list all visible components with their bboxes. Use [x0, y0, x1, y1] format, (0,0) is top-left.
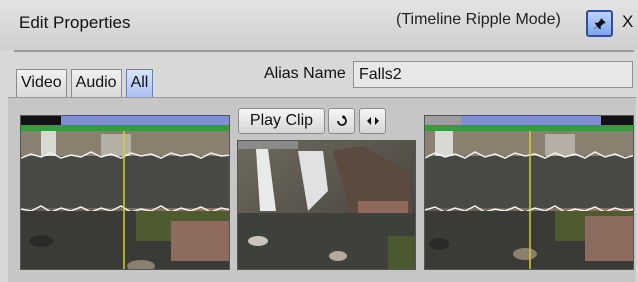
title-divider: [14, 50, 634, 52]
alias-name-input[interactable]: [353, 61, 633, 88]
in-point-frame[interactable]: [20, 115, 230, 270]
out-point-frame[interactable]: [424, 115, 634, 270]
tab-audio[interactable]: Audio: [70, 69, 122, 97]
loop-button[interactable]: [328, 108, 355, 134]
pin-button[interactable]: [586, 10, 613, 37]
preview-frame[interactable]: [237, 140, 416, 270]
tab-strip: Video Audio All: [16, 69, 157, 97]
trim-button[interactable]: [359, 108, 386, 134]
trim-arrows-icon: [366, 117, 379, 125]
tab-video[interactable]: Video: [16, 69, 67, 97]
title-bar: Edit Properties (Timeline Ripple Mode) X: [0, 0, 638, 50]
close-button[interactable]: X: [622, 12, 633, 32]
window-title: Edit Properties: [19, 13, 131, 32]
timeline-mode-label: (Timeline Ripple Mode): [396, 11, 561, 28]
alias-name-label: Alias Name: [264, 65, 346, 82]
play-clip-button[interactable]: Play Clip: [238, 108, 325, 134]
tab-all[interactable]: All: [125, 69, 154, 97]
loop-icon: [336, 115, 347, 126]
pin-icon: [593, 17, 606, 29]
